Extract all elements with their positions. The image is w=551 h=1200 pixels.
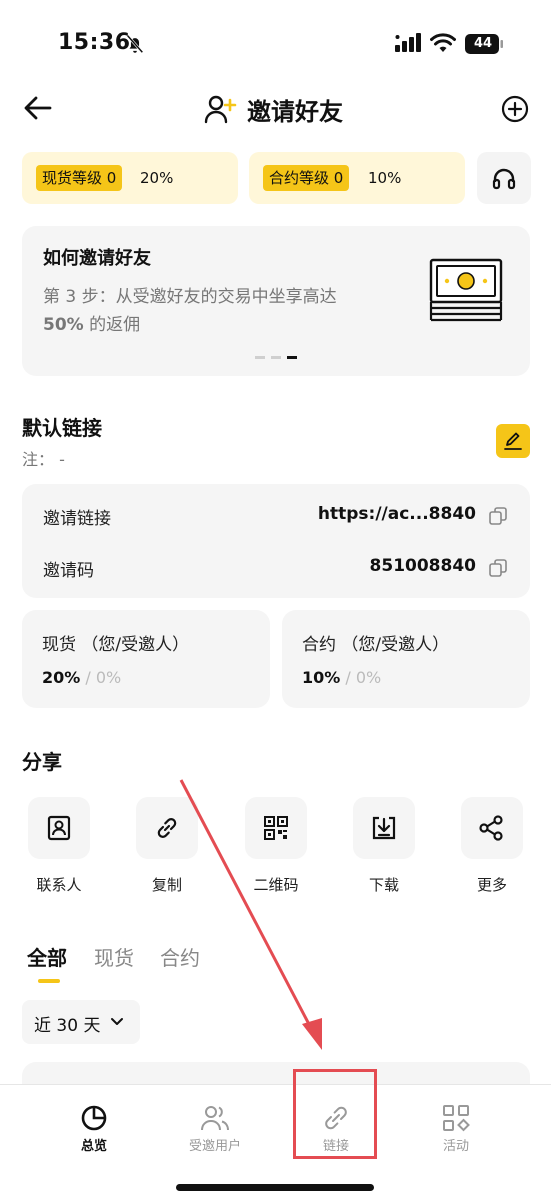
tab-contract[interactable]: 合约 xyxy=(160,942,200,971)
default-link-note: 注： - xyxy=(22,450,65,469)
copy-icon[interactable] xyxy=(488,506,508,526)
nav-invited-users[interactable]: 受邀用户 xyxy=(170,1099,260,1159)
share-contact-button[interactable] xyxy=(28,797,90,859)
nav-activities-label: 活动 xyxy=(442,1139,469,1154)
share-download-label: 下载 xyxy=(368,876,399,894)
share-contact-label: 联系人 xyxy=(36,876,82,894)
back-arrow-icon[interactable] xyxy=(22,94,54,122)
invite-code-value: 851008840 xyxy=(369,556,476,576)
tab-spot[interactable]: 现货 xyxy=(94,942,134,971)
date-range-select[interactable]: 近 30 天 xyxy=(22,1000,140,1044)
share-more-button[interactable] xyxy=(461,797,523,859)
spot-level-rate: 20% xyxy=(140,169,174,187)
step-text: 第 3 步：从受邀好友的交易中坐享高达 xyxy=(43,287,337,307)
nav-overview-label: 总览 xyxy=(80,1139,107,1154)
users-icon xyxy=(201,1106,229,1131)
battery-level: 44 xyxy=(473,36,493,51)
grid-icon xyxy=(443,1105,470,1132)
copy-icon[interactable] xyxy=(488,558,508,578)
contract-commission-values: 10% / 0% xyxy=(302,668,381,687)
carousel-dot-active xyxy=(287,356,297,359)
step-highlight: 50% xyxy=(43,315,84,335)
signal-icon xyxy=(395,33,421,52)
contract-commission-main: 10% xyxy=(302,668,341,687)
spot-commission-sub: / 0% xyxy=(80,668,122,687)
spot-level-badge: 现货等级 0 xyxy=(36,165,123,191)
spot-commission-card: 现货 （您/受邀人） 20% / 0% xyxy=(22,610,270,708)
contract-level-card[interactable]: 合约等级 0 10% xyxy=(249,152,465,204)
status-bar: 15:36 44 xyxy=(0,0,551,90)
invite-link-label: 邀请链接 xyxy=(43,509,111,529)
headset-icon xyxy=(492,168,516,190)
money-stack-icon xyxy=(429,258,503,322)
status-time: 15:36 xyxy=(58,30,131,55)
invite-code-label: 邀请码 xyxy=(43,561,94,581)
home-indicator xyxy=(176,1184,374,1191)
chevron-down-icon xyxy=(111,1018,123,1025)
date-range-value: 近 30 天 xyxy=(34,1016,101,1036)
spot-commission-values: 20% / 0% xyxy=(42,668,121,687)
qr-code-icon xyxy=(264,816,288,840)
annotation-highlight-box xyxy=(293,1069,377,1159)
plus-circle-icon[interactable] xyxy=(500,94,530,124)
page-title: 邀请好友 xyxy=(247,98,343,126)
step-suffix: 的返佣 xyxy=(83,315,141,335)
edit-link-button[interactable] xyxy=(496,424,530,458)
pie-chart-icon xyxy=(81,1105,107,1131)
contact-icon xyxy=(47,815,71,841)
spot-commission-title: 现货 （您/受邀人） xyxy=(42,635,190,655)
share-copy-button[interactable] xyxy=(136,797,198,859)
contract-commission-card: 合约 （您/受邀人） 10% / 0% xyxy=(282,610,530,708)
share-qr-button[interactable] xyxy=(245,797,307,859)
wifi-icon xyxy=(430,33,456,52)
link-info-card: 邀请链接 https://ac...8840 邀请码 851008840 xyxy=(22,484,530,598)
edit-pencil-icon xyxy=(504,432,522,450)
download-icon xyxy=(372,816,396,840)
spot-commission-main: 20% xyxy=(42,668,81,687)
contract-commission-sub: / 0% xyxy=(340,668,382,687)
header: 邀请好友 xyxy=(0,82,551,136)
how-to-invite-step: 第 3 步：从受邀好友的交易中坐享高达 50% 的返佣 xyxy=(43,283,393,339)
carousel-dot xyxy=(271,356,281,359)
share-download-button[interactable] xyxy=(353,797,415,859)
share-copy-label: 复制 xyxy=(151,876,182,894)
invite-link-value: https://ac...8840 xyxy=(317,504,476,524)
carousel-indicator xyxy=(255,356,299,360)
contract-level-badge: 合约等级 0 xyxy=(263,165,350,191)
contract-level-rate: 10% xyxy=(368,169,402,187)
tab-all[interactable]: 全部 xyxy=(27,942,67,971)
share-more-label: 更多 xyxy=(476,876,507,894)
invite-friends-page: 15:36 44 邀请好友 现货等级 0 20% 合约等级 0 10% 如何邀请… xyxy=(0,0,551,1200)
bottom-nav: 总览 受邀用户 链接 活动 xyxy=(0,1084,551,1200)
spot-level-card[interactable]: 现货等级 0 20% xyxy=(22,152,238,204)
contract-commission-title: 合约 （您/受邀人） xyxy=(302,635,450,655)
share-qr-label: 二维码 xyxy=(253,876,299,894)
how-to-invite-card[interactable]: 如何邀请好友 第 3 步：从受邀好友的交易中坐享高达 50% 的返佣 xyxy=(22,226,530,376)
link-icon xyxy=(157,818,177,838)
carousel-dot xyxy=(255,356,265,359)
support-button[interactable] xyxy=(477,152,531,204)
active-tab-indicator xyxy=(38,979,60,983)
default-link-title: 默认链接 xyxy=(22,416,102,440)
add-user-icon xyxy=(204,95,237,124)
how-to-invite-title: 如何邀请好友 xyxy=(43,248,151,269)
nav-activities[interactable]: 活动 xyxy=(411,1099,501,1159)
nav-overview[interactable]: 总览 xyxy=(49,1099,139,1159)
share-icon xyxy=(479,815,503,841)
share-title: 分享 xyxy=(22,750,62,774)
nav-invited-users-label: 受邀用户 xyxy=(188,1139,241,1154)
bell-off-icon xyxy=(126,34,144,54)
